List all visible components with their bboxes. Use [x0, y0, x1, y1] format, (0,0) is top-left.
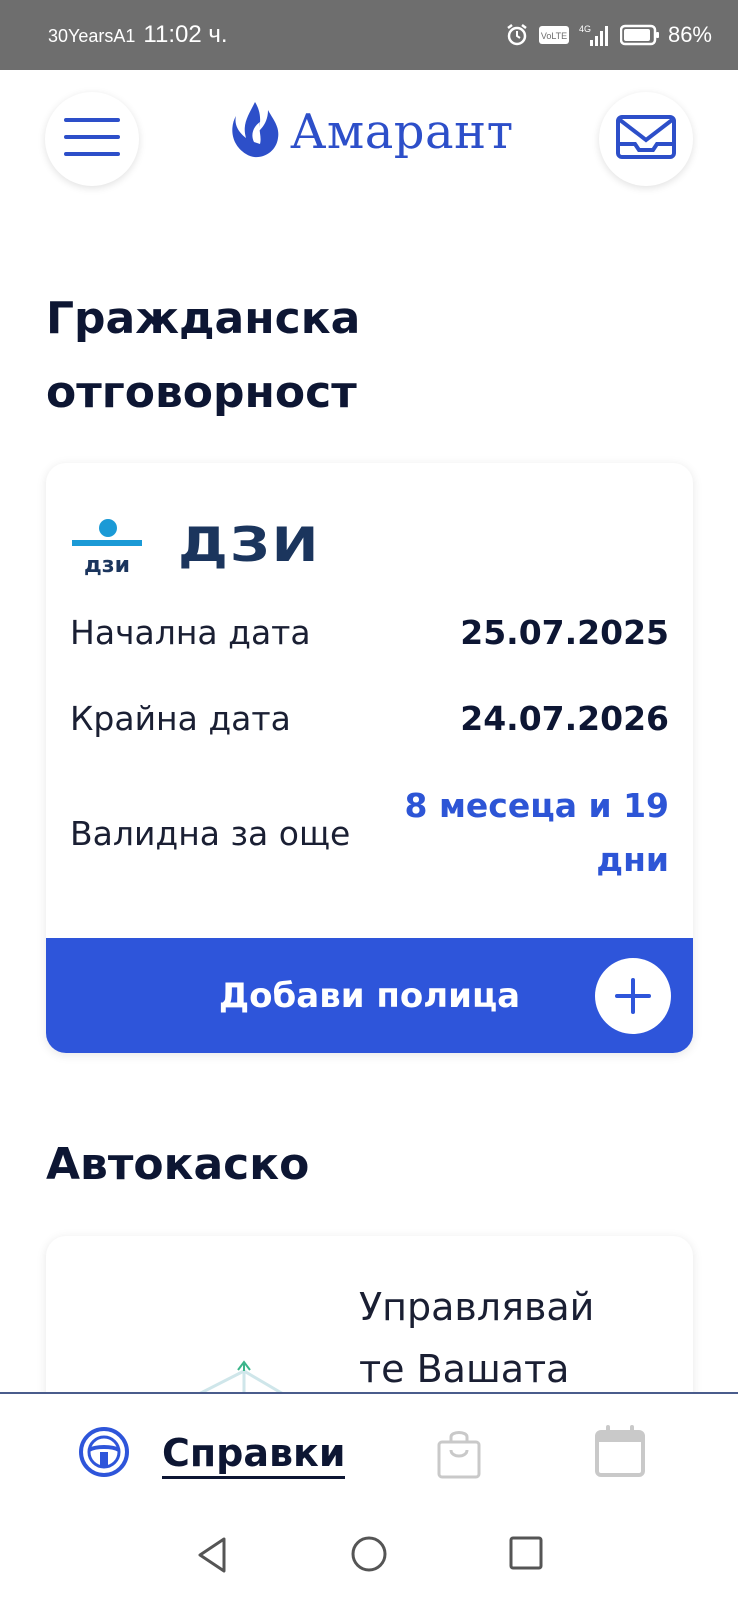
- insurer-brand: дзи ДЗИ: [68, 513, 321, 578]
- system-nav-bar: [0, 1517, 738, 1599]
- casco-promo-line: Управлявай: [359, 1285, 595, 1329]
- bottom-nav: Справки: [0, 1392, 738, 1517]
- nav-label-spravki: Справки: [162, 1430, 346, 1479]
- casco-promo-line: те Вашата: [359, 1347, 570, 1391]
- insurer-name: ДЗИ: [178, 517, 321, 574]
- section-title-line: Гражданска: [46, 293, 361, 344]
- validity-value: 8 месеца и 19 дни: [405, 779, 670, 887]
- validity-value-line: дни: [596, 840, 669, 879]
- svg-text:VoLTE: VoLTE: [541, 31, 567, 41]
- section-title-line: отговорност: [46, 367, 357, 418]
- add-policy-button[interactable]: Добави полица: [46, 938, 693, 1053]
- app-header: Амарант: [0, 70, 738, 210]
- validity-value-line: 8 месеца и 19: [404, 786, 670, 825]
- menu-icon: [64, 117, 120, 161]
- status-bar: 30YearsA1 11:02 ч. VoLTE 4G 86%: [0, 0, 738, 70]
- inbox-button[interactable]: [599, 92, 693, 186]
- start-date-label: Начална дата: [70, 613, 311, 652]
- plus-icon: [595, 958, 671, 1034]
- battery-percent: 86%: [667, 22, 712, 47]
- nav-item-shop[interactable]: [436, 1428, 482, 1484]
- volte-icon: VoLTE: [538, 24, 570, 46]
- recents-icon[interactable]: [508, 1535, 544, 1575]
- insurer-logo-mark: дзи: [68, 518, 146, 578]
- shopping-bag-icon: [436, 1431, 482, 1484]
- mail-icon: [615, 114, 677, 164]
- carrier-label: 30YearsA1: [48, 26, 136, 46]
- alarm-icon: [504, 22, 530, 48]
- start-date-value: 25.07.2025: [460, 613, 669, 652]
- svg-text:дзи: дзи: [84, 553, 130, 576]
- logo-text: Амарант: [290, 104, 514, 160]
- validity-row: Валидна за още 8 месеца и 19 дни: [70, 779, 669, 887]
- back-icon[interactable]: [194, 1535, 230, 1579]
- casco-promo-text: Управлявай те Вашата: [359, 1276, 594, 1400]
- calendar-icon: [594, 1425, 646, 1482]
- end-date-label: Крайна дата: [70, 699, 291, 738]
- start-date-row: Начална дата 25.07.2025: [70, 613, 669, 652]
- menu-button[interactable]: [45, 92, 139, 186]
- end-date-row: Крайна дата 24.07.2026: [70, 699, 669, 738]
- battery-icon: [619, 24, 660, 46]
- clock: 11:02 ч.: [143, 21, 228, 48]
- validity-label: Валидна за още: [70, 813, 351, 853]
- home-icon[interactable]: [350, 1535, 388, 1577]
- nav-item-spravki[interactable]: Справки: [78, 1426, 346, 1482]
- logo-flame-icon: [228, 98, 282, 166]
- end-date-value: 24.07.2026: [460, 699, 669, 738]
- app-logo: Амарант: [228, 98, 514, 166]
- svg-text:4G: 4G: [579, 24, 591, 34]
- signal-4g-icon: 4G: [578, 22, 612, 48]
- section-title-liability: Гражданска отговорност: [46, 282, 360, 430]
- policy-card[interactable]: дзи ДЗИ Начална дата 25.07.2025 Крайна д…: [46, 463, 693, 1053]
- add-policy-label: Добави полица: [218, 975, 521, 1016]
- section-title-casco: Автокаско: [46, 1139, 310, 1190]
- nav-item-calendar[interactable]: [594, 1424, 646, 1482]
- steering-wheel-icon: [78, 1426, 130, 1482]
